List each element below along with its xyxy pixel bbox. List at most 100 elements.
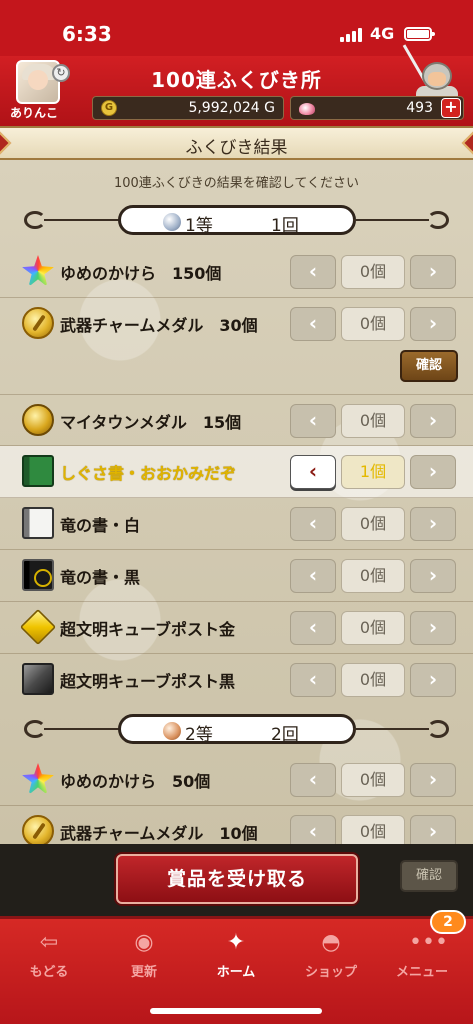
quantity-field[interactable]: 0個 (341, 404, 405, 438)
quantity-field[interactable]: 0個 (341, 307, 405, 341)
list-item: ゆめのかけら 50個 ‹ 0個 › (0, 754, 473, 806)
increase-button[interactable]: › (410, 507, 456, 541)
item-name: 竜の書・黒 (60, 568, 141, 587)
item-name: 超文明キューブポスト金 (60, 620, 236, 639)
gem-display: 493 + (290, 96, 464, 120)
page-title: 100連ふくびき所 (151, 68, 322, 92)
town-medal-icon (22, 404, 54, 436)
network-type: 4G (370, 24, 395, 43)
currency-bar: G 5,992,024 G 493 + (92, 96, 464, 120)
quantity-field[interactable]: 0個 (341, 559, 405, 593)
list-item: 竜の書・黒 ‹ 0個 › (0, 550, 473, 602)
list-item: 武器チャームメダル 30個 ‹ 0個 › (0, 298, 473, 350)
decrease-button[interactable]: ‹ (290, 815, 336, 844)
section-title-bar: ふくびき結果 (0, 126, 473, 160)
refresh-flame-icon: ◉ (134, 930, 154, 955)
flourish-right-icon (427, 211, 449, 229)
increase-button[interactable]: › (410, 307, 456, 341)
tab-label: 更新 (130, 965, 157, 980)
add-gems-button[interactable]: + (441, 98, 461, 118)
quantity-field[interactable]: 1個 (341, 455, 405, 489)
gold-display: G 5,992,024 G (92, 96, 284, 120)
quantity-field[interactable]: 0個 (341, 507, 405, 541)
decrease-button[interactable]: ‹ (290, 663, 336, 697)
gold-medal-icon (22, 307, 54, 339)
bronze-ball-icon (163, 722, 181, 740)
increase-button[interactable]: › (410, 255, 456, 289)
username: ありんこ (10, 106, 59, 120)
list-item: ゆめのかけら 150個 ‹ 0個 › (0, 246, 473, 298)
silver-ball-icon (163, 213, 181, 231)
gem-amount: 493 (406, 100, 433, 116)
quantity-field[interactable]: 0個 (341, 815, 405, 844)
list-item-selected: しぐさ書・おおかみだぞ ‹ 1個 › (0, 446, 473, 498)
quantity-field[interactable]: 0個 (341, 611, 405, 645)
white-book-icon (22, 507, 54, 539)
decrease-button[interactable]: ‹ (290, 307, 336, 341)
decrease-button[interactable]: ‹ (290, 455, 336, 489)
increase-button[interactable]: › (410, 763, 456, 797)
increase-button[interactable]: › (410, 611, 456, 645)
confirm-button[interactable]: 確認 (400, 350, 458, 382)
slime-shop-icon: ◓ (321, 930, 341, 955)
rainbow-shard-icon (22, 763, 54, 795)
item-name: 竜の書・白 (60, 516, 141, 535)
black-book-icon (22, 559, 54, 591)
item-name: 超文明キューブポスト黒 (60, 672, 236, 691)
item-name: ゆめのかけら 50個 (60, 772, 211, 791)
decrease-button[interactable]: ‹ (290, 559, 336, 593)
item-name: しぐさ書・おおかみだぞ (60, 464, 237, 483)
results-list[interactable]: 100連ふくびきの結果を確認してください 1等 1回 ゆめのかけら 150個 ‹… (0, 160, 473, 844)
item-name: 武器チャームメダル 30個 (60, 316, 258, 335)
decrease-button[interactable]: ‹ (290, 507, 336, 541)
rank-name: 1等 (185, 216, 213, 236)
increase-button[interactable]: › (410, 815, 456, 844)
decrease-button[interactable]: ‹ (290, 404, 336, 438)
dracky-home-icon: ✦ (226, 930, 246, 955)
bottom-action-panel: 賞品を受け取る 確認 (0, 844, 473, 916)
rank-pill: 2等 2回 (118, 714, 356, 745)
gem-icon (299, 101, 315, 115)
tab-refresh[interactable]: ◉ 更新 (99, 927, 189, 985)
quantity-field[interactable]: 0個 (341, 663, 405, 697)
gold-amount: 5,992,024 G (188, 100, 275, 116)
instruction-text: 100連ふくびきの結果を確認してください (113, 176, 360, 191)
quantity-field[interactable]: 0個 (341, 255, 405, 289)
tab-shop[interactable]: ◓ ショップ (286, 927, 376, 985)
tab-label: メニュー (395, 965, 448, 980)
tab-back[interactable]: ⇦ もどる (4, 927, 94, 985)
status-time: 6:33 (62, 22, 112, 46)
rainbow-shard-icon (22, 255, 54, 287)
back-arrow-icon: ⇦ (39, 930, 59, 955)
confirm-button-disabled[interactable]: 確認 (400, 860, 458, 892)
decrease-button[interactable]: ‹ (290, 763, 336, 797)
list-item: 武器チャームメダル 10個 ‹ 0個 › (0, 806, 473, 844)
black-cube-icon (22, 663, 54, 695)
list-item: 竜の書・白 ‹ 0個 › (0, 498, 473, 550)
rank-name: 2等 (185, 725, 213, 745)
menu-dots-icon: ••• (409, 930, 448, 955)
quantity-field[interactable]: 0個 (341, 763, 405, 797)
rank-count: 1回 (271, 216, 299, 236)
increase-button[interactable]: › (410, 559, 456, 593)
gold-coin-icon: G (101, 100, 117, 116)
increase-button[interactable]: › (410, 663, 456, 697)
item-name: ゆめのかけら 150個 (60, 264, 222, 283)
tab-menu[interactable]: ••• メニュー (377, 927, 467, 985)
list-item: 超文明キューブポスト黒 ‹ 0個 › (0, 654, 473, 706)
rank-header-1: 1等 1回 (0, 203, 473, 237)
decrease-button[interactable]: ‹ (290, 255, 336, 289)
receive-prizes-button[interactable]: 賞品を受け取る (116, 854, 358, 904)
decrease-button[interactable]: ‹ (290, 611, 336, 645)
flourish-left-icon (24, 720, 46, 738)
home-indicator (150, 1008, 322, 1014)
item-name: 武器チャームメダル 10個 (60, 824, 258, 843)
tab-home[interactable]: ✦ ホーム (191, 927, 281, 985)
rank-header-2: 2等 2回 (0, 712, 473, 746)
green-book-icon (22, 455, 54, 487)
item-name: マイタウンメダル 15個 (60, 413, 242, 432)
increase-button[interactable]: › (410, 455, 456, 489)
increase-button[interactable]: › (410, 404, 456, 438)
menu-notification-badge: 2 (430, 910, 466, 934)
section-title: ふくびき結果 (185, 138, 288, 158)
